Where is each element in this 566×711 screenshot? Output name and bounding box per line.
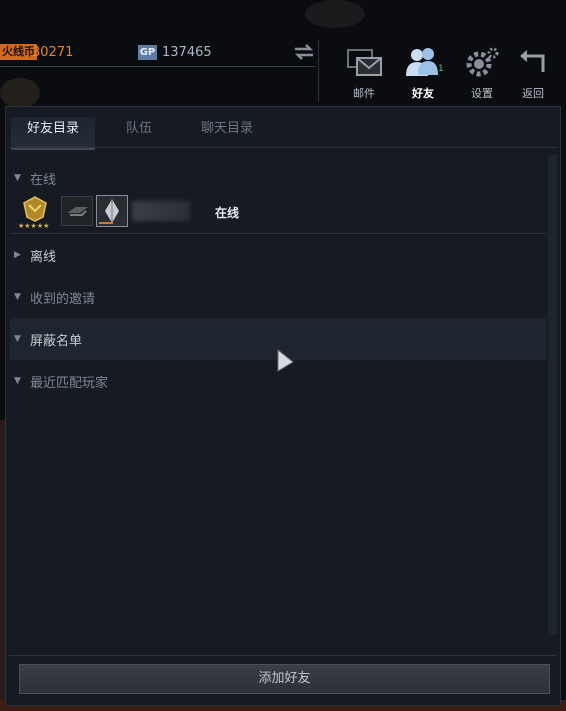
refresh-icon[interactable] <box>292 41 316 63</box>
gp-currency-badge: GP <box>138 45 157 60</box>
cursor-icon <box>277 349 294 372</box>
mail-icon <box>347 49 382 76</box>
back-button[interactable]: 返回 <box>510 46 556 102</box>
divider <box>0 66 316 67</box>
back-label: 返回 <box>522 87 544 100</box>
gp-currency-value: 137465 <box>162 45 212 60</box>
friend-status: 在线 <box>215 206 240 220</box>
friends-badge: 1 <box>438 64 443 74</box>
scrollbar[interactable] <box>548 155 557 635</box>
divider <box>9 655 557 656</box>
section-label: 收到的邀请 <box>30 291 96 307</box>
caret-down-icon: ▼ <box>14 376 21 386</box>
divider <box>9 147 557 148</box>
gear-icon <box>466 47 499 77</box>
friend-name-redacted <box>132 201 190 221</box>
svg-text:★★★★★: ★★★★★ <box>18 222 49 229</box>
caret-down-icon: ▼ <box>14 334 21 344</box>
friends-icon: 1 <box>406 48 443 76</box>
section-offline[interactable]: ▶ 离线 <box>10 234 546 276</box>
tab-friend-list[interactable]: 好友目录 <box>11 117 95 150</box>
rank-icon: ★★★★★ <box>18 196 49 229</box>
section-label: 在线 <box>30 172 57 188</box>
friends-label: 好友 <box>412 87 434 100</box>
mail-label: 邮件 <box>353 87 375 100</box>
section-label: 屏蔽名单 <box>30 333 83 349</box>
friends-button[interactable]: 1 好友 <box>400 46 446 102</box>
settings-label: 设置 <box>471 87 493 100</box>
back-icon <box>520 50 545 72</box>
tab-bar: 好友目录 队伍 聊天目录 <box>11 117 551 150</box>
cf-currency-value: 30271 <box>32 45 74 60</box>
caret-down-icon: ▼ <box>14 173 21 183</box>
divider <box>318 40 319 102</box>
caret-right-icon: ▶ <box>14 250 21 260</box>
mail-button[interactable]: 邮件 <box>341 46 387 102</box>
tab-chat-list[interactable]: 聊天目录 <box>191 117 263 147</box>
clan-icon <box>61 196 93 226</box>
title-icon <box>96 195 128 227</box>
section-label: 最近匹配玩家 <box>30 375 109 391</box>
settings-button[interactable]: 设置 <box>459 46 505 102</box>
add-friend-button[interactable]: 添加好友 <box>19 664 550 694</box>
section-label: 离线 <box>30 249 57 265</box>
caret-down-icon: ▼ <box>14 292 21 302</box>
friends-panel: 好友目录 队伍 聊天目录 ▼ 在线 ★★★★★ 在线 ▶ 离线 ▼ 收到的邀请 … <box>5 106 561 706</box>
tab-team[interactable]: 队伍 <box>114 117 164 147</box>
friend-row[interactable]: ★★★★★ 在线 <box>10 191 546 234</box>
section-invites[interactable]: ▼ 收到的邀请 <box>10 276 546 318</box>
top-bar: 火线币 30271 GP 137465 邮件 1 好友 设置 返回 <box>0 0 566 104</box>
